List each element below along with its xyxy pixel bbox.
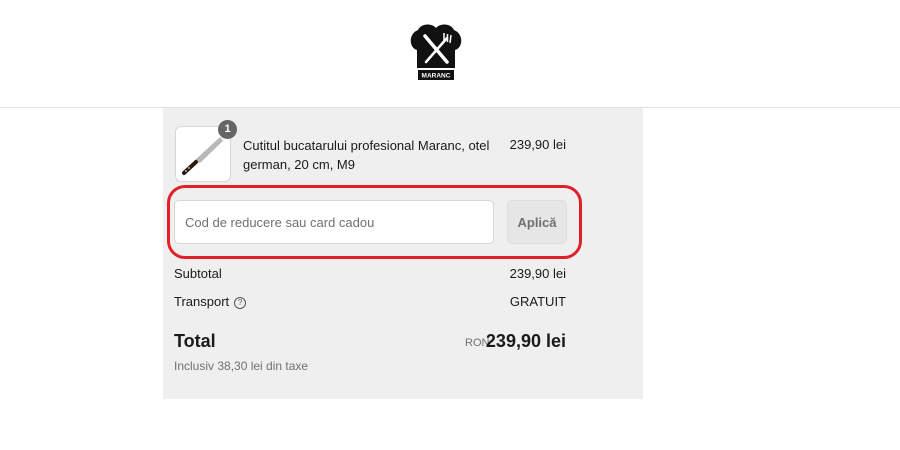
logo[interactable]: MARANC [406,24,466,84]
quantity-badge: 1 [218,120,237,139]
subtotal-value: 239,90 lei [509,266,566,281]
shipping-row-label: Transport? [174,294,247,309]
total-label: Total [174,331,216,351]
subtotal-label: Subtotal [174,266,222,281]
shipping-value: GRATUIT [509,294,566,309]
question-circle-icon[interactable]: ? [234,297,247,309]
chef-hat-cutlery-icon: MARANC [410,24,462,80]
tax-note: Inclusiv 38,30 lei din taxe [174,359,309,373]
total-value: 239,90 lei [485,331,566,351]
order-summary: 1 Cutitul bucatarului profesional Maranc… [163,108,643,399]
discount-code-input[interactable] [174,200,494,244]
logo-text: MARANC [422,73,451,80]
product-name: Cutitul bucatarului profesional Maranc, … [243,138,490,172]
shipping-label: Transport [174,294,230,309]
apply-discount-button[interactable]: Aplică [507,200,567,244]
product-price: 239,90 lei [509,137,566,152]
page-header: MARANC [0,0,900,108]
